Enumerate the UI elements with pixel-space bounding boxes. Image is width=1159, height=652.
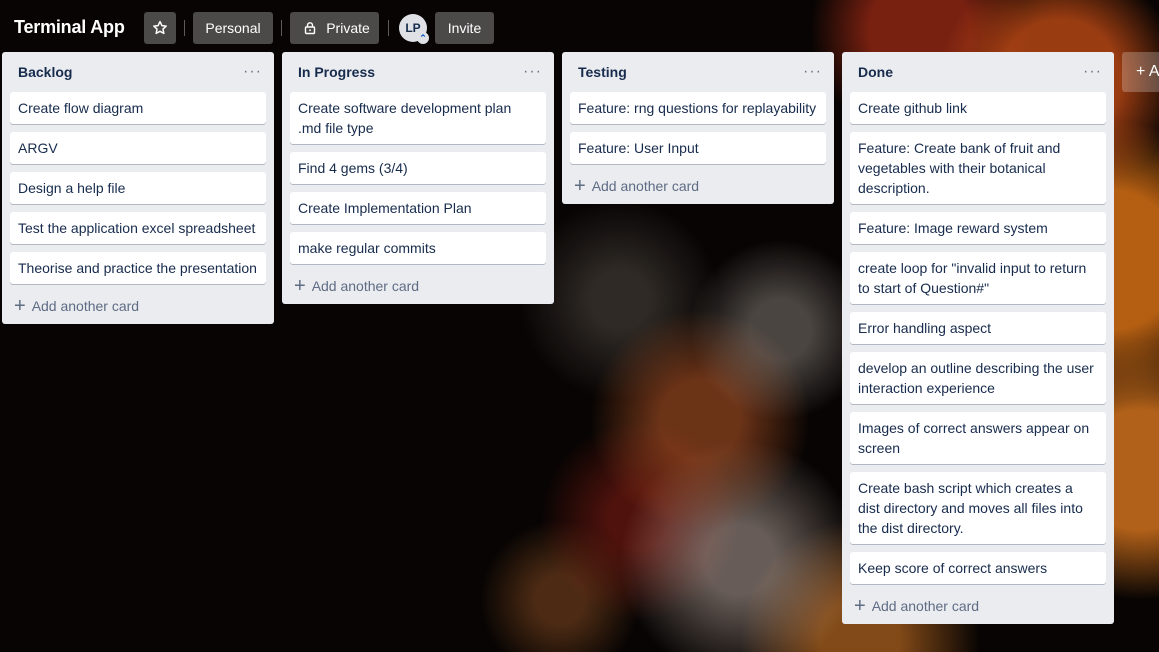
- add-card-button[interactable]: + Add another card: [10, 288, 266, 324]
- card[interactable]: Feature: Create bank of fruit and vegeta…: [850, 132, 1106, 204]
- card[interactable]: Feature: User Input: [570, 132, 826, 164]
- add-list-button[interactable]: + A: [1122, 52, 1159, 92]
- add-card-label: Add another card: [311, 278, 420, 294]
- card[interactable]: develop an outline describing the user i…: [850, 352, 1106, 404]
- card[interactable]: ARGV: [10, 132, 266, 164]
- list-testing: Testing ··· Feature: rng questions for r…: [562, 52, 834, 204]
- list-backlog: Backlog ··· Create flow diagram ARGV Des…: [2, 52, 274, 324]
- private-button[interactable]: Private: [290, 12, 379, 44]
- more-options-icon[interactable]: ···: [1083, 64, 1106, 80]
- header-divider: [184, 20, 185, 36]
- card[interactable]: make regular commits: [290, 232, 546, 264]
- card[interactable]: Feature: rng questions for replayability: [570, 92, 826, 124]
- add-card-button[interactable]: + Add another card: [570, 168, 826, 204]
- plus-icon: +: [14, 295, 26, 317]
- list-title[interactable]: Done: [850, 64, 893, 80]
- member-avatar[interactable]: LP ⌃: [399, 14, 429, 44]
- board-header: Terminal App Personal Private LP ⌃ Invit…: [0, 0, 1159, 56]
- list-in-progress: In Progress ··· Create software developm…: [282, 52, 554, 304]
- star-icon: [153, 20, 167, 35]
- list-header: Testing ···: [570, 52, 826, 92]
- list-title[interactable]: Backlog: [10, 64, 72, 80]
- more-options-icon[interactable]: ···: [523, 64, 546, 80]
- list-title[interactable]: Testing: [570, 64, 627, 80]
- list-header: Backlog ···: [10, 52, 266, 92]
- add-card-label: Add another card: [591, 178, 700, 194]
- more-options-icon[interactable]: ···: [243, 64, 266, 80]
- add-card-button[interactable]: + Add another card: [850, 588, 1106, 624]
- private-label: Private: [326, 20, 370, 36]
- card[interactable]: Find 4 gems (3/4): [290, 152, 546, 184]
- card[interactable]: create loop for "invalid input to return…: [850, 252, 1106, 304]
- add-card-label: Add another card: [31, 298, 140, 314]
- personal-label: Personal: [205, 20, 261, 36]
- header-divider: [281, 20, 282, 36]
- personal-button[interactable]: Personal: [193, 12, 273, 44]
- plus-icon: +: [574, 175, 586, 197]
- add-card-button[interactable]: + Add another card: [290, 268, 546, 304]
- list-header: In Progress ···: [290, 52, 546, 92]
- add-card-label: Add another card: [871, 598, 980, 614]
- admin-chevron-icon: ⌃: [417, 32, 429, 44]
- more-options-icon[interactable]: ···: [803, 64, 826, 80]
- board-title[interactable]: Terminal App: [14, 17, 125, 38]
- card[interactable]: Design a help file: [10, 172, 266, 204]
- lock-icon: [305, 22, 316, 35]
- star-button[interactable]: [144, 12, 176, 44]
- header-divider: [388, 20, 389, 36]
- plus-icon: +: [294, 275, 306, 297]
- card[interactable]: Create flow diagram: [10, 92, 266, 124]
- card[interactable]: Test the application excel spreadsheet: [10, 212, 266, 244]
- list-header: Done ···: [850, 52, 1106, 92]
- list-title[interactable]: In Progress: [290, 64, 375, 80]
- invite-button[interactable]: Invite: [435, 12, 494, 44]
- card[interactable]: Error handling aspect: [850, 312, 1106, 344]
- card[interactable]: Create Implementation Plan: [290, 192, 546, 224]
- card[interactable]: Create software development plan .md fil…: [290, 92, 546, 144]
- card[interactable]: Keep score of correct answers: [850, 552, 1106, 584]
- card[interactable]: Create github link: [850, 92, 1106, 124]
- card[interactable]: Create bash script which creates a dist …: [850, 472, 1106, 544]
- card[interactable]: Feature: Image reward system: [850, 212, 1106, 244]
- add-list-label: + A: [1136, 63, 1159, 80]
- plus-icon: +: [854, 595, 866, 617]
- card[interactable]: Images of correct answers appear on scre…: [850, 412, 1106, 464]
- list-done: Done ··· Create github link Feature: Cre…: [842, 52, 1114, 624]
- card[interactable]: Theorise and practice the presentation: [10, 252, 266, 284]
- invite-label: Invite: [447, 20, 482, 36]
